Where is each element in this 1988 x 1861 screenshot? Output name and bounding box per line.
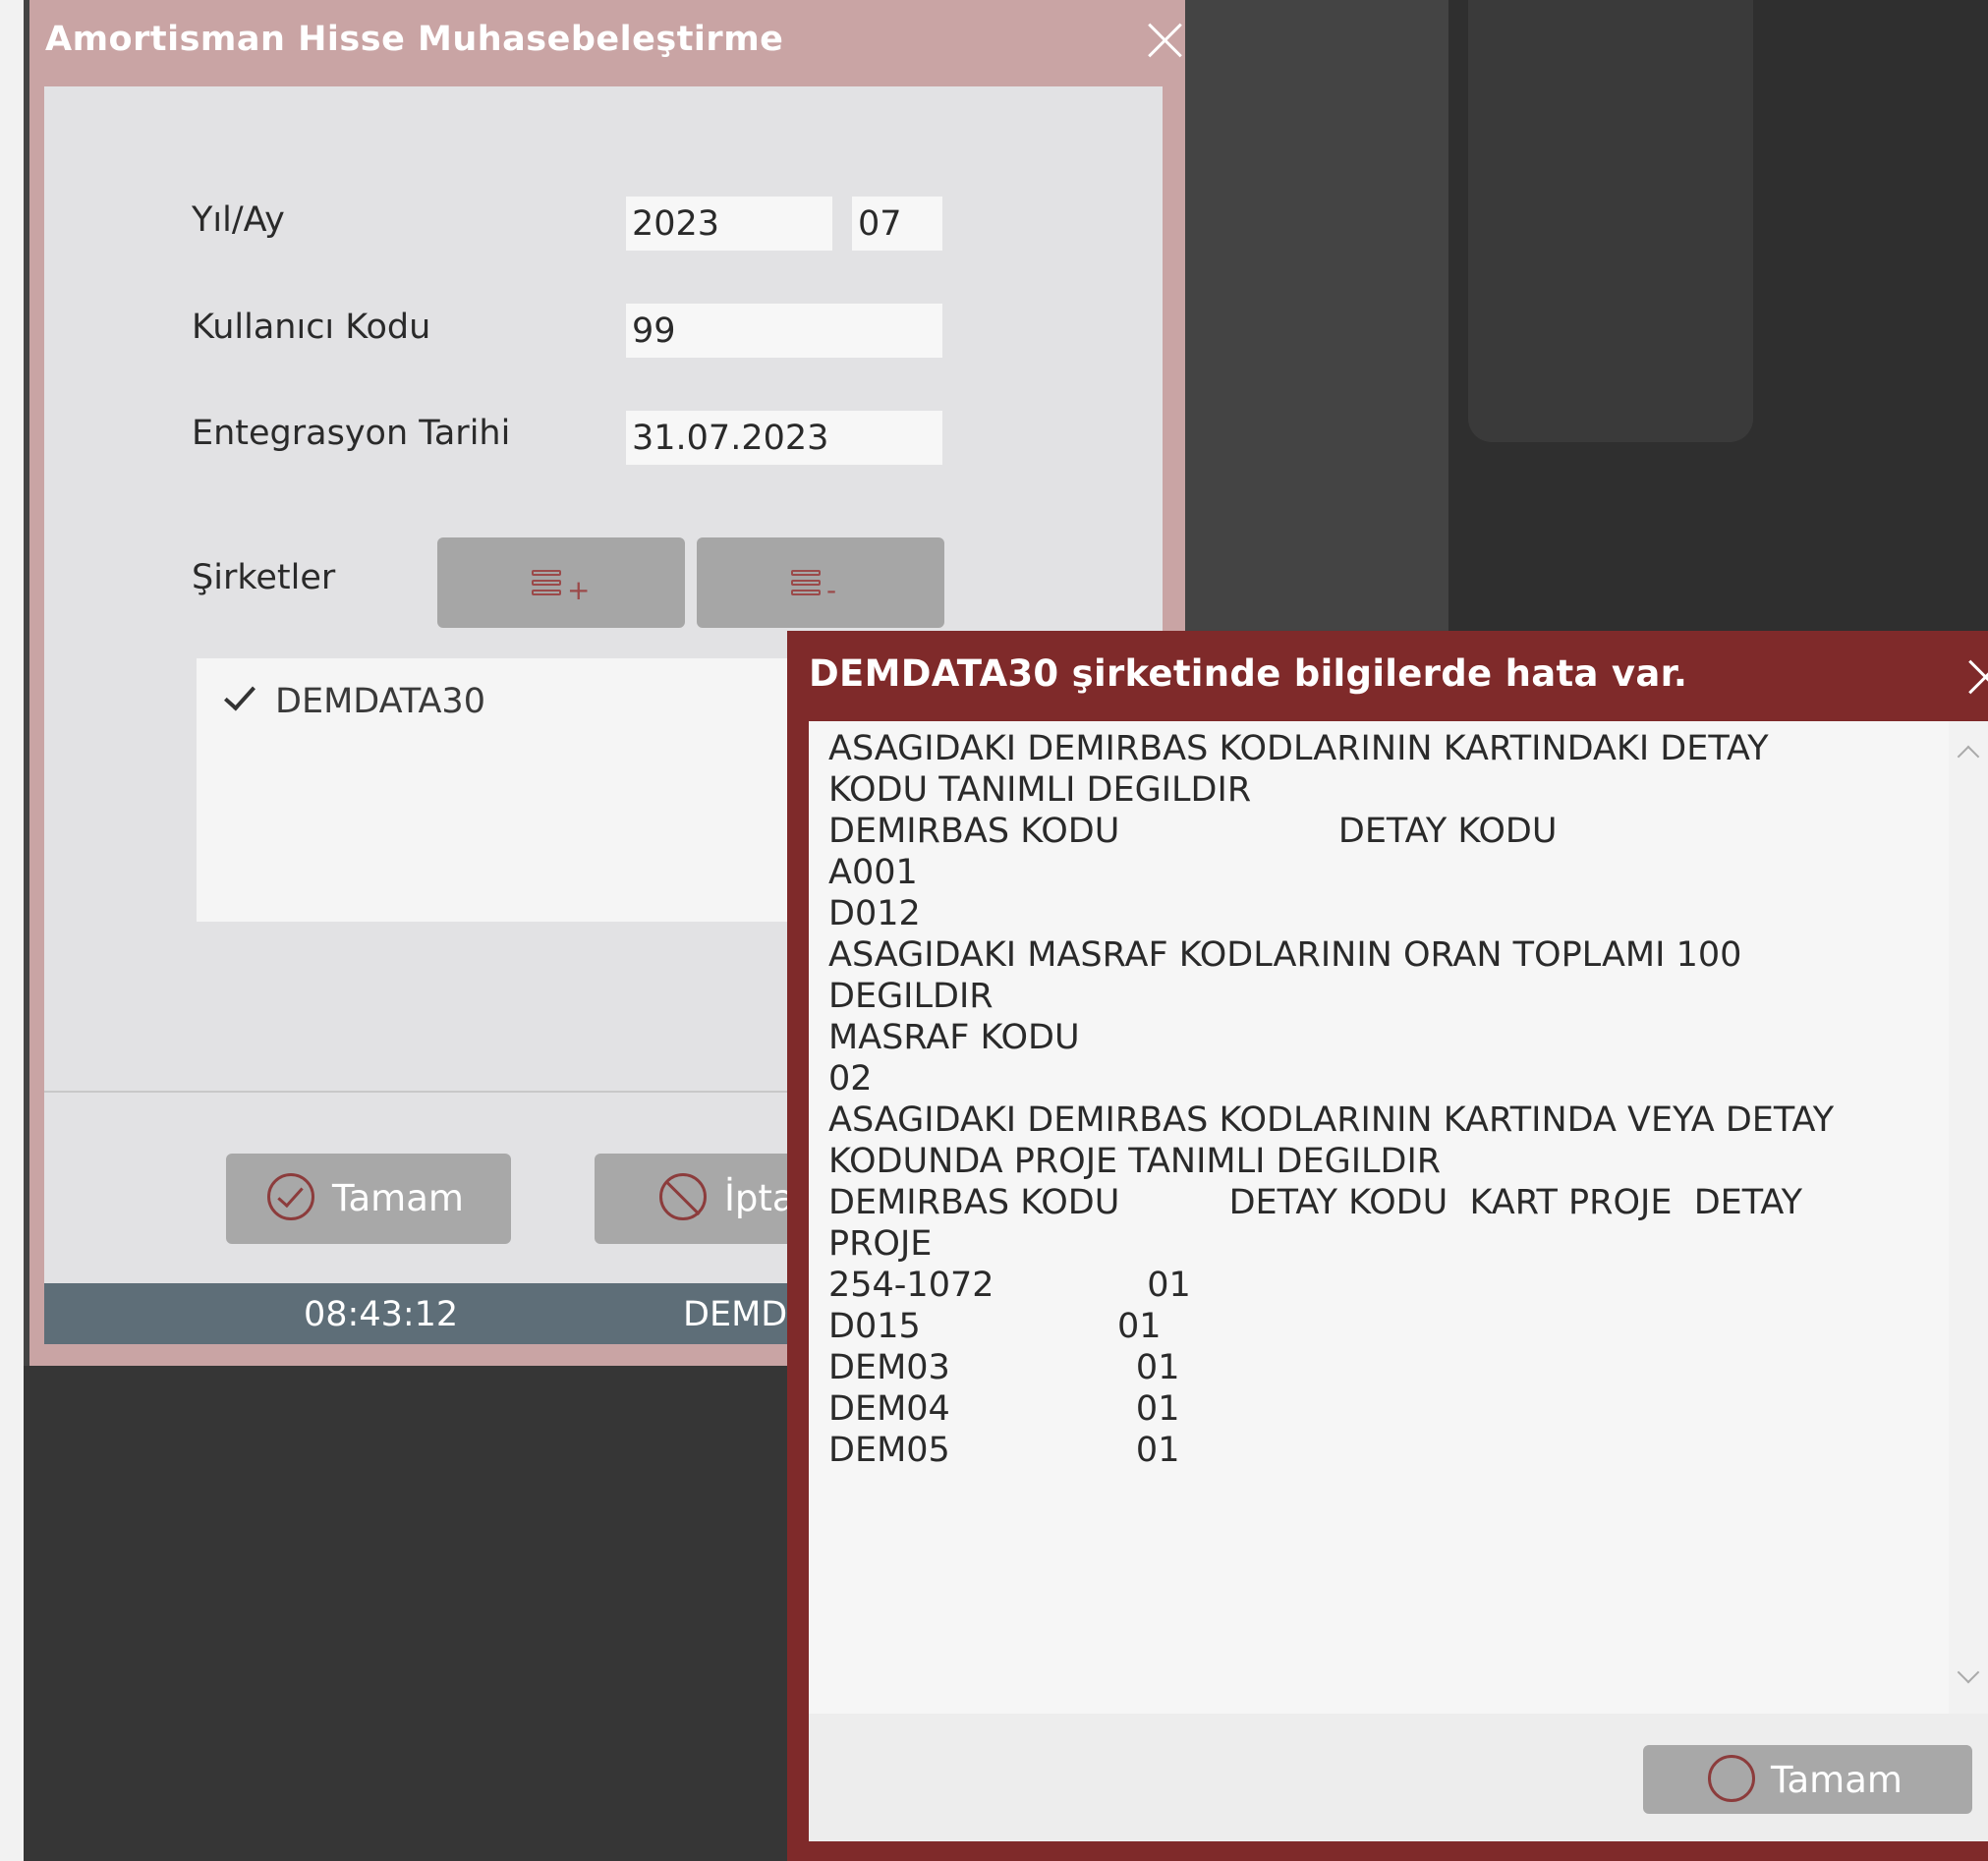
error-line: DEM04 01 (828, 1389, 1180, 1429)
vertical-scrollbar[interactable] (1949, 721, 1988, 1714)
error-line: DEMIRBAS KODU DETAY KODU KART PROJE DETA… (828, 1183, 1803, 1222)
cancel-button-label: İpta (724, 1177, 795, 1219)
error-line: ASAGIDAKI DEMIRBAS KODLARININ KARTINDAKI… (828, 729, 1769, 768)
month-input[interactable] (852, 197, 942, 251)
checkbox-checked-icon[interactable] (221, 678, 260, 717)
status-database: DEMD (683, 1295, 788, 1334)
scroll-up-icon[interactable] (1957, 745, 1980, 768)
error-line: D015 01 (828, 1307, 1162, 1346)
user-code-label: Kullanıcı Kodu (192, 308, 431, 347)
error-line: MASRAF KODU (828, 1018, 1080, 1057)
dialog-title: Amortisman Hisse Muhasebeleştirme (45, 20, 784, 59)
error-dialog-body: ASAGIDAKI DEMIRBAS KODLARININ KARTINDAKI… (809, 721, 1988, 1841)
error-message-text[interactable]: ASAGIDAKI DEMIRBAS KODLARININ KARTINDAKI… (809, 721, 1949, 1714)
ok-button[interactable]: Tamam (226, 1154, 511, 1244)
integration-date-label: Entegrasyon Tarihi (192, 414, 511, 453)
year-input[interactable] (626, 197, 832, 251)
error-line: KODU TANIMLI DEGILDIR (828, 770, 1252, 810)
check-circle-icon (267, 1173, 314, 1220)
close-icon[interactable] (1962, 652, 1988, 702)
error-line: 254-1072 01 (828, 1266, 1191, 1305)
error-line: DEGILDIR (828, 977, 994, 1016)
error-line: ASAGIDAKI DEMIRBAS KODLARININ KARTINDA V… (828, 1100, 1835, 1140)
close-icon[interactable] (1140, 16, 1189, 65)
error-line: ASAGIDAKI MASRAF KODLARININ ORAN TOPLAMI… (828, 935, 1742, 975)
add-company-button[interactable]: + (437, 537, 685, 628)
error-line: DEM05 01 (828, 1431, 1180, 1470)
integration-date-input[interactable] (626, 411, 942, 465)
companies-label: Şirketler (192, 558, 336, 597)
remove-company-button[interactable]: - (697, 537, 944, 628)
scroll-down-icon[interactable] (1957, 1661, 1980, 1684)
error-line: D012 (828, 894, 921, 933)
background-window-panel (1468, 0, 1753, 442)
error-dialog: DEMDATA30 şirketinde bilgilerde hata var… (787, 631, 1988, 1861)
error-line: A001 (828, 853, 918, 892)
error-line: DEM03 01 (828, 1348, 1180, 1387)
error-line: 02 (828, 1059, 873, 1099)
status-time: 08:43:12 (304, 1295, 459, 1334)
ban-icon (659, 1173, 707, 1220)
error-line: DEMIRBAS KODU DETAY KODU (828, 812, 1558, 851)
list-add-icon: + (532, 566, 590, 606)
ok-button-label: Tamam (332, 1177, 464, 1219)
user-code-input[interactable] (626, 304, 942, 358)
list-remove-icon: - (791, 566, 836, 606)
error-ok-button-label: Tamam (1771, 1759, 1903, 1801)
error-dialog-title: DEMDATA30 şirketinde bilgilerde hata var… (809, 652, 1688, 695)
list-item[interactable]: DEMDATA30 (275, 682, 485, 721)
error-ok-button[interactable]: Tamam (1643, 1745, 1972, 1814)
error-line: KODUNDA PROJE TANIMLI DEGILDIR (828, 1142, 1442, 1181)
check-circle-icon (1708, 1755, 1755, 1802)
error-line: PROJE (828, 1224, 933, 1264)
year-month-label: Yıl/Ay (192, 200, 285, 240)
